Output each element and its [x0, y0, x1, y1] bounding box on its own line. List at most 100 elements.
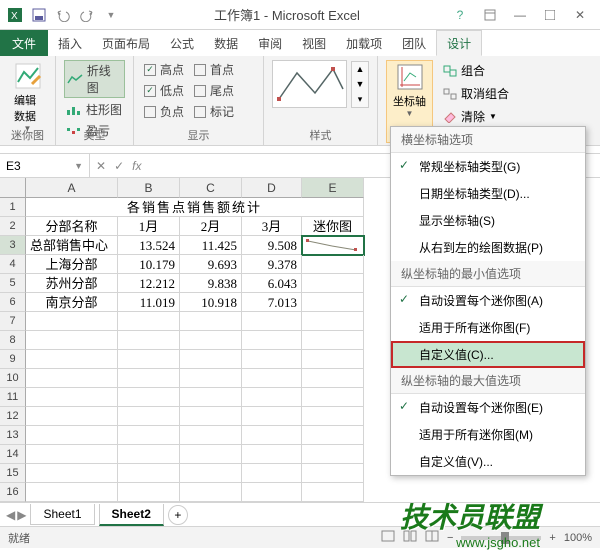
- menu-item-all-min[interactable]: 适用于所有迷你图(F): [391, 314, 585, 341]
- row-header[interactable]: 3: [0, 236, 26, 255]
- row-header[interactable]: 4: [0, 255, 26, 274]
- sheet-nav-prev-icon[interactable]: ◀: [6, 508, 15, 522]
- cell[interactable]: 10.918: [180, 293, 242, 312]
- cell[interactable]: 12.212: [118, 274, 180, 293]
- gallery-down-icon[interactable]: ▼: [352, 77, 368, 92]
- row-header[interactable]: 13: [0, 426, 26, 445]
- row-header[interactable]: 2: [0, 217, 26, 236]
- col-header-B[interactable]: B: [118, 178, 180, 198]
- row-header[interactable]: 16: [0, 483, 26, 502]
- cell[interactable]: 9.693: [180, 255, 242, 274]
- cell[interactable]: [302, 274, 364, 293]
- clear-button[interactable]: 清除 ▼: [439, 106, 513, 127]
- close-icon[interactable]: ✕: [568, 5, 592, 25]
- cell[interactable]: 分部名称: [26, 217, 118, 236]
- cell[interactable]: 2月: [180, 217, 242, 236]
- cell[interactable]: [302, 293, 364, 312]
- lowpoint-check[interactable]: ✓低点: [142, 81, 186, 100]
- markers-check[interactable]: 标记: [192, 102, 236, 121]
- qa-dropdown-icon[interactable]: ▼: [100, 4, 122, 26]
- menu-item-auto-each-max[interactable]: ✓自动设置每个迷你图(E): [391, 394, 585, 421]
- row-header[interactable]: 8: [0, 331, 26, 350]
- lastpoint-check[interactable]: 尾点: [192, 81, 236, 100]
- edit-data-button[interactable]: 编辑数据 ▼: [8, 60, 47, 135]
- style-preview[interactable]: [272, 60, 347, 108]
- highpoint-check[interactable]: ✓高点: [142, 60, 186, 79]
- gallery-more-icon[interactable]: ▾: [352, 92, 368, 107]
- row-header[interactable]: 10: [0, 369, 26, 388]
- select-all-corner[interactable]: [0, 178, 26, 198]
- cell[interactable]: 各销售点销售额统计: [26, 198, 364, 217]
- cell[interactable]: 11.019: [118, 293, 180, 312]
- cell[interactable]: 上海分部: [26, 255, 118, 274]
- tab-insert[interactable]: 插入: [48, 30, 92, 56]
- tab-design[interactable]: 设计: [436, 30, 482, 56]
- view-pagebreak-icon[interactable]: [425, 530, 439, 545]
- cell[interactable]: 总部销售中心: [26, 236, 118, 255]
- sheet-tab-2[interactable]: Sheet2: [99, 504, 164, 526]
- minimize-icon[interactable]: —: [508, 5, 532, 25]
- row-header[interactable]: 7: [0, 312, 26, 331]
- ribbon-display-icon[interactable]: [478, 5, 502, 25]
- cell[interactable]: 3月: [242, 217, 302, 236]
- redo-icon[interactable]: [76, 4, 98, 26]
- cell[interactable]: 13.524: [118, 236, 180, 255]
- view-normal-icon[interactable]: [381, 530, 395, 545]
- negpoint-check[interactable]: 负点: [142, 102, 186, 121]
- name-box[interactable]: E3▼: [0, 154, 90, 177]
- row-header[interactable]: 1: [0, 198, 26, 217]
- cell-selected[interactable]: [302, 236, 364, 255]
- save-icon[interactable]: [28, 4, 50, 26]
- col-header-D[interactable]: D: [242, 178, 302, 198]
- cell[interactable]: 迷你图: [302, 217, 364, 236]
- firstpoint-check[interactable]: 首点: [192, 60, 236, 79]
- view-pagelayout-icon[interactable]: [403, 530, 417, 545]
- cell[interactable]: 9.378: [242, 255, 302, 274]
- sheet-tab-1[interactable]: Sheet1: [30, 504, 94, 525]
- group-button[interactable]: 组合: [439, 60, 513, 81]
- file-tab[interactable]: 文件: [0, 30, 48, 56]
- undo-icon[interactable]: [52, 4, 74, 26]
- cell[interactable]: 苏州分部: [26, 274, 118, 293]
- cell[interactable]: 7.013: [242, 293, 302, 312]
- add-sheet-button[interactable]: +: [168, 505, 188, 525]
- cell[interactable]: 6.043: [242, 274, 302, 293]
- menu-item-custom-max[interactable]: 自定义值(V)...: [391, 448, 585, 475]
- menu-item-custom-min[interactable]: 自定义值(C)...: [391, 341, 585, 368]
- cancel-icon[interactable]: ✕: [96, 159, 106, 173]
- col-header-E[interactable]: E: [302, 178, 364, 198]
- col-header-C[interactable]: C: [180, 178, 242, 198]
- tab-formulas[interactable]: 公式: [160, 30, 204, 56]
- ungroup-button[interactable]: 取消组合: [439, 83, 513, 104]
- cell[interactable]: 南京分部: [26, 293, 118, 312]
- fx-icon[interactable]: fx: [132, 159, 141, 173]
- row-header[interactable]: 5: [0, 274, 26, 293]
- cell[interactable]: 11.425: [180, 236, 242, 255]
- tab-team[interactable]: 团队: [392, 30, 436, 56]
- row-header[interactable]: 9: [0, 350, 26, 369]
- row-header[interactable]: 15: [0, 464, 26, 483]
- menu-item-auto-each-min[interactable]: ✓自动设置每个迷你图(A): [391, 287, 585, 314]
- cell[interactable]: 9.508: [242, 236, 302, 255]
- cell[interactable]: 10.179: [118, 255, 180, 274]
- row-header[interactable]: 14: [0, 445, 26, 464]
- tab-review[interactable]: 审阅: [248, 30, 292, 56]
- tab-view[interactable]: 视图: [292, 30, 336, 56]
- menu-item-all-max[interactable]: 适用于所有迷你图(M): [391, 421, 585, 448]
- zoom-level[interactable]: 100%: [564, 532, 592, 544]
- tab-data[interactable]: 数据: [204, 30, 248, 56]
- sheet-nav-next-icon[interactable]: ▶: [17, 508, 26, 522]
- menu-item-rtl-plot[interactable]: 从右到左的绘图数据(P): [391, 234, 585, 261]
- cell[interactable]: [302, 255, 364, 274]
- row-header[interactable]: 11: [0, 388, 26, 407]
- help-icon[interactable]: ?: [448, 5, 472, 25]
- line-chart-button[interactable]: 折线图: [64, 60, 125, 98]
- cell[interactable]: 1月: [118, 217, 180, 236]
- gallery-up-icon[interactable]: ▲: [352, 62, 368, 77]
- cell[interactable]: 9.838: [180, 274, 242, 293]
- row-header[interactable]: 6: [0, 293, 26, 312]
- tab-addins[interactable]: 加载项: [336, 30, 392, 56]
- row-header[interactable]: 12: [0, 407, 26, 426]
- zoom-in-icon[interactable]: +: [549, 532, 555, 544]
- maximize-icon[interactable]: [538, 5, 562, 25]
